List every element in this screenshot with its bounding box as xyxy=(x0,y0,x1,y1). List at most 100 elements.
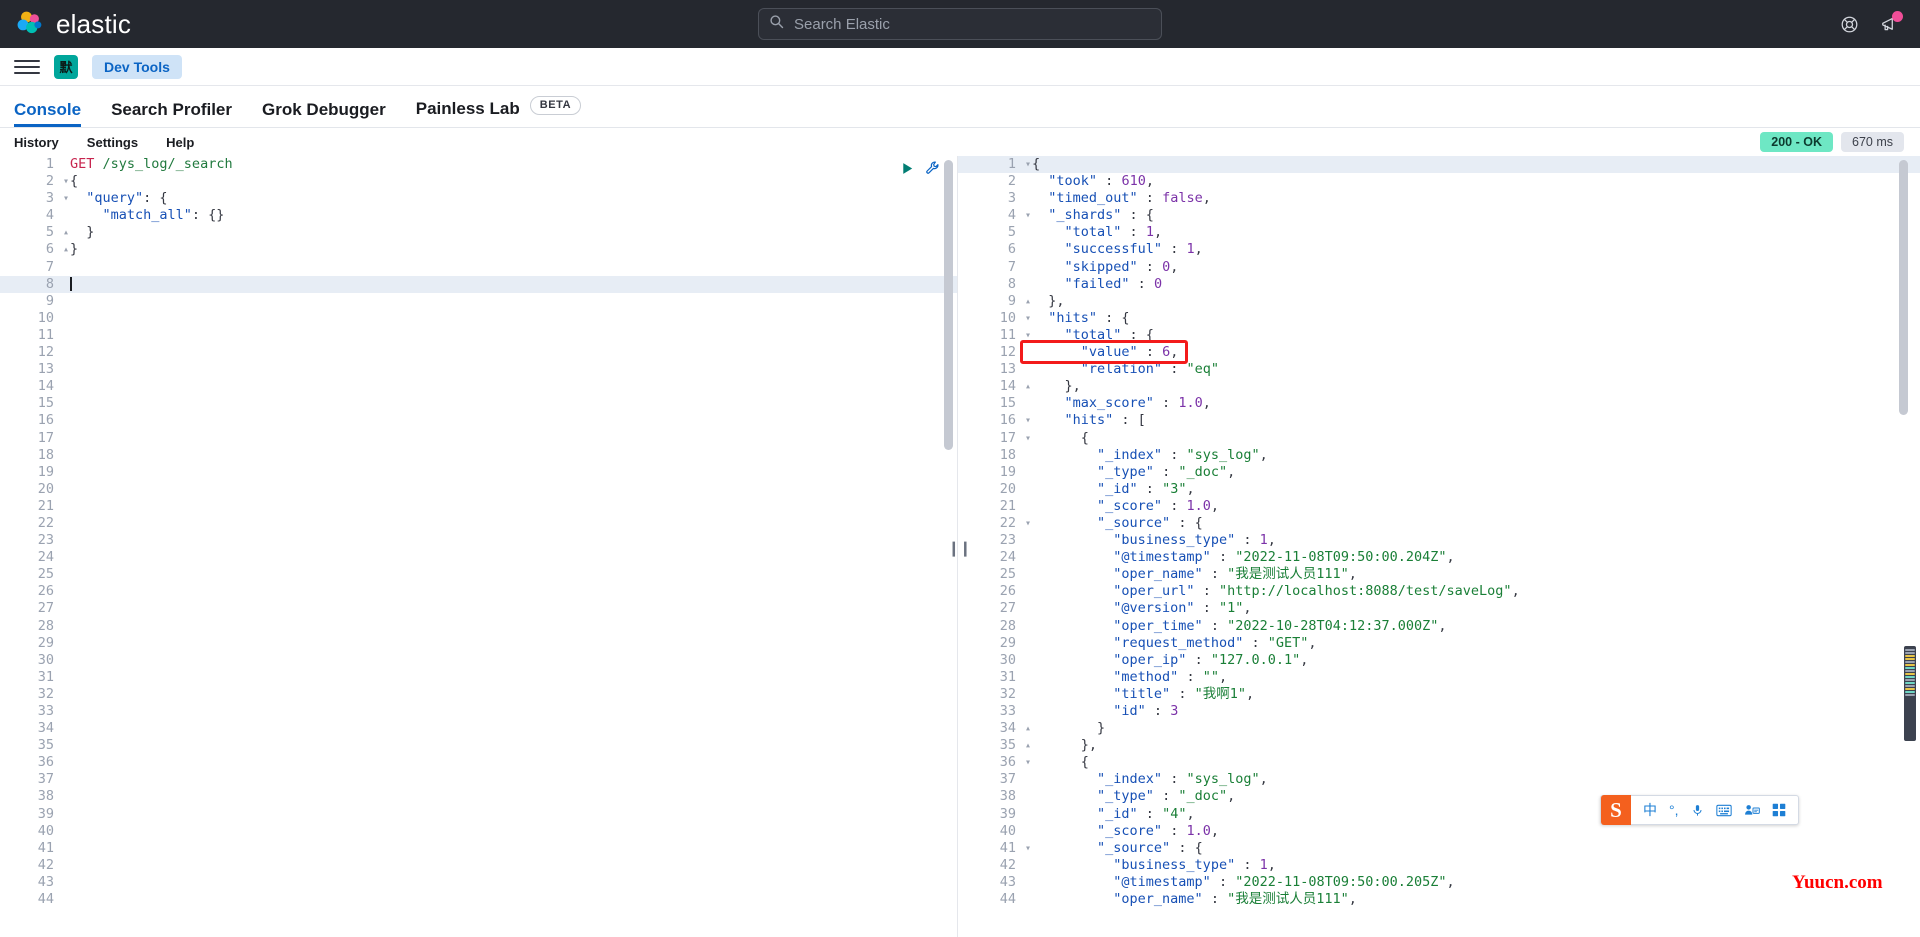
code-line[interactable]: 4▾ "_shards" : { xyxy=(958,207,1920,224)
request-editor-scrollbar[interactable] xyxy=(944,160,953,450)
ime-soft-keyboard-icon[interactable] xyxy=(1710,804,1738,817)
code-line[interactable]: 8 "failed" : 0 xyxy=(958,276,1920,293)
code-line[interactable]: 27 xyxy=(0,600,957,617)
response-editor-scrollbar[interactable] xyxy=(1899,160,1908,415)
code-line[interactable]: 24 xyxy=(0,549,957,566)
fold-toggle-icon[interactable]: ▾ xyxy=(1021,515,1031,532)
code-line[interactable]: 10 xyxy=(0,310,957,327)
code-line[interactable]: 13 xyxy=(0,361,957,378)
code-line[interactable]: 21 "_score" : 1.0, xyxy=(958,498,1920,515)
code-line[interactable]: 27 "@version" : "1", xyxy=(958,600,1920,617)
code-line[interactable]: 30 xyxy=(0,652,957,669)
code-line[interactable]: 4 "match_all": {} xyxy=(0,207,957,224)
code-line[interactable]: 5▴ } xyxy=(0,224,957,241)
code-line[interactable]: 35▴ }, xyxy=(958,737,1920,754)
code-line[interactable]: 11 xyxy=(0,327,957,344)
code-line[interactable]: 1GET /sys_log/_search xyxy=(0,156,957,173)
megaphone-news-icon[interactable] xyxy=(1876,11,1902,37)
hamburger-menu-icon[interactable] xyxy=(14,54,40,80)
code-line[interactable]: 30 "oper_ip" : "127.0.0.1", xyxy=(958,652,1920,669)
code-line[interactable]: 42 xyxy=(0,857,957,874)
code-line[interactable]: 19 "_type" : "_doc", xyxy=(958,464,1920,481)
code-line[interactable]: 20 "_id" : "3", xyxy=(958,481,1920,498)
fold-toggle-icon[interactable]: ▾ xyxy=(59,190,69,207)
code-line[interactable]: 23 "business_type" : 1, xyxy=(958,532,1920,549)
code-line[interactable]: 24 "@timestamp" : "2022-11-08T09:50:00.2… xyxy=(958,549,1920,566)
ime-user-icon[interactable] xyxy=(1738,803,1766,817)
tab-grok-debugger[interactable]: Grok Debugger xyxy=(262,101,386,127)
code-line[interactable]: 20 xyxy=(0,481,957,498)
code-line[interactable]: 28 xyxy=(0,618,957,635)
code-line[interactable]: 25 xyxy=(0,566,957,583)
wrench-icon[interactable] xyxy=(925,160,941,181)
code-line[interactable]: 37 xyxy=(0,771,957,788)
code-line[interactable]: 12 "value" : 6, xyxy=(958,344,1920,361)
code-line[interactable]: 34 xyxy=(0,720,957,737)
code-line[interactable]: 38 xyxy=(0,788,957,805)
fold-toggle-icon[interactable]: ▾ xyxy=(1021,156,1031,173)
code-line[interactable]: 35 xyxy=(0,737,957,754)
request-editor-pane[interactable]: 1GET /sys_log/_search2▾{3▾ "query": {4 "… xyxy=(0,156,958,937)
space-avatar[interactable]: 默 xyxy=(54,55,78,79)
code-line[interactable]: 18 xyxy=(0,447,957,464)
ime-punctuation-mode[interactable]: °, xyxy=(1663,802,1685,818)
code-line[interactable]: 21 xyxy=(0,498,957,515)
code-line[interactable]: 44 xyxy=(0,891,957,908)
fold-toggle-icon[interactable]: ▾ xyxy=(1021,430,1031,447)
code-line[interactable]: 37 "_index" : "sys_log", xyxy=(958,771,1920,788)
search-input-placeholder[interactable]: Search Elastic xyxy=(794,16,890,33)
fold-toggle-icon[interactable]: ▾ xyxy=(1021,412,1031,429)
code-line[interactable]: 19 xyxy=(0,464,957,481)
code-line[interactable]: 2 "took" : 610, xyxy=(958,173,1920,190)
code-line[interactable]: 7 "skipped" : 0, xyxy=(958,259,1920,276)
code-line[interactable]: 3 "timed_out" : false, xyxy=(958,190,1920,207)
fold-toggle-icon[interactable]: ▴ xyxy=(1021,737,1031,754)
fold-toggle-icon[interactable]: ▴ xyxy=(1021,293,1031,310)
code-line[interactable]: 3▾ "query": { xyxy=(0,190,957,207)
help-button[interactable]: Help xyxy=(166,135,194,150)
sogou-ime-toolbar[interactable]: S 中 °, xyxy=(1600,795,1799,825)
code-line[interactable]: 42 "business_type" : 1, xyxy=(958,857,1920,874)
code-line[interactable]: 14▴ }, xyxy=(958,378,1920,395)
code-line[interactable]: 13 "relation" : "eq" xyxy=(958,361,1920,378)
code-line[interactable]: 10▾ "hits" : { xyxy=(958,310,1920,327)
code-line[interactable]: 44 "oper_name" : "我是测试人员111", xyxy=(958,891,1920,908)
code-line[interactable]: 36▾ { xyxy=(958,754,1920,771)
code-line[interactable]: 17▾ { xyxy=(958,430,1920,447)
code-line[interactable]: 6▴} xyxy=(0,241,957,258)
code-line[interactable]: 2▾{ xyxy=(0,173,957,190)
code-line[interactable]: 9▴ }, xyxy=(958,293,1920,310)
fold-toggle-icon[interactable]: ▾ xyxy=(1021,310,1031,327)
code-line[interactable]: 34▴ } xyxy=(958,720,1920,737)
settings-button[interactable]: Settings xyxy=(87,135,138,150)
fold-toggle-icon[interactable]: ▾ xyxy=(1021,840,1031,857)
code-line[interactable]: 12 xyxy=(0,344,957,361)
elastic-brand[interactable]: elastic xyxy=(0,9,131,40)
code-line[interactable]: 17 xyxy=(0,430,957,447)
code-line[interactable]: 29 xyxy=(0,635,957,652)
code-line[interactable]: 22▾ "_source" : { xyxy=(958,515,1920,532)
code-line[interactable]: 5 "total" : 1, xyxy=(958,224,1920,241)
editor-splitter-handle[interactable]: ❙❙ xyxy=(954,156,964,937)
code-line[interactable]: 32 "title" : "我啊1", xyxy=(958,686,1920,703)
sogou-logo-icon[interactable]: S xyxy=(1601,795,1631,825)
code-line[interactable]: 18 "_index" : "sys_log", xyxy=(958,447,1920,464)
code-line[interactable]: 39 xyxy=(0,806,957,823)
help-lifering-icon[interactable] xyxy=(1836,11,1862,37)
send-request-play-icon[interactable] xyxy=(900,161,915,181)
code-line[interactable]: 26 xyxy=(0,583,957,600)
fold-toggle-icon[interactable]: ▾ xyxy=(1021,207,1031,224)
code-line[interactable]: 16 xyxy=(0,412,957,429)
code-line[interactable]: 8 xyxy=(0,276,957,293)
code-line[interactable]: 22 xyxy=(0,515,957,532)
code-line[interactable]: 14 xyxy=(0,378,957,395)
code-line[interactable]: 31 xyxy=(0,669,957,686)
code-line[interactable]: 33 xyxy=(0,703,957,720)
code-line[interactable]: 25 "oper_name" : "我是测试人员111", xyxy=(958,566,1920,583)
code-line[interactable]: 6 "successful" : 1, xyxy=(958,241,1920,258)
code-line[interactable]: 16▾ "hits" : [ xyxy=(958,412,1920,429)
fold-toggle-icon[interactable]: ▴ xyxy=(59,241,69,258)
code-line[interactable]: 28 "oper_time" : "2022-10-28T04:12:37.00… xyxy=(958,618,1920,635)
code-line[interactable]: 31 "method" : "", xyxy=(958,669,1920,686)
fold-toggle-icon[interactable]: ▴ xyxy=(1021,378,1031,395)
